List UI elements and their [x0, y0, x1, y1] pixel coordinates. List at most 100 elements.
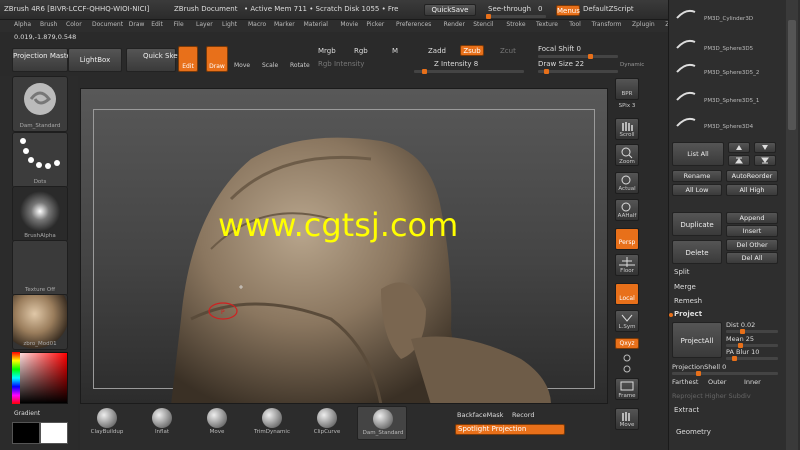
spotlight-projection-button[interactable]: Spotlight Projection	[455, 424, 565, 435]
all-low-button[interactable]: All Low	[672, 184, 722, 196]
mean-label[interactable]: Mean 25	[726, 335, 754, 343]
subtool-top-button[interactable]	[728, 155, 750, 166]
all-high-button[interactable]: All High	[726, 184, 778, 196]
append-button[interactable]: Append	[726, 212, 778, 224]
list-all-button[interactable]: List All	[672, 142, 724, 166]
rotate-mode-label[interactable]: Rotate	[290, 62, 310, 69]
mrgb-button[interactable]: Mrgb	[318, 47, 336, 55]
quick-sketch-button[interactable]: Quick Sketch	[126, 48, 189, 72]
pa-blur-slider[interactable]	[726, 356, 778, 361]
menu-item-movie[interactable]: Movie	[340, 21, 358, 28]
menu-item-material[interactable]: Material	[304, 21, 328, 28]
menu-item-document[interactable]: Document	[92, 21, 123, 28]
dynamic-toggle[interactable]: Dynamic	[620, 62, 644, 68]
menu-item-layer[interactable]: Layer	[196, 21, 213, 28]
subtool-item[interactable]: PM3D_Sphere3D5_1	[672, 91, 782, 114]
dist-slider[interactable]	[726, 329, 778, 334]
quicksave-button[interactable]: QuickSave	[424, 4, 476, 16]
z-intensity-slider[interactable]	[414, 69, 524, 74]
projectall-button[interactable]: ProjectAll	[672, 322, 722, 358]
lightbox-button[interactable]: LightBox	[68, 48, 122, 72]
split-section[interactable]: Split	[674, 268, 690, 276]
menu-item-edit[interactable]: Edit	[151, 21, 163, 28]
menu-item-picker[interactable]: Picker	[366, 21, 384, 28]
menu-item-stroke[interactable]: Stroke	[506, 21, 525, 28]
zsub-button[interactable]: Zsub	[460, 45, 484, 56]
draw-size-slider[interactable]	[538, 69, 618, 74]
menu-item-marker[interactable]: Marker	[274, 21, 295, 28]
zadd-button[interactable]: Zadd	[428, 47, 446, 55]
rotate-z-icon[interactable]	[620, 352, 634, 376]
focal-shift-slider[interactable]	[538, 54, 618, 59]
menu-item-transform[interactable]: Transform	[592, 21, 622, 28]
z-intensity-label[interactable]: Z Intensity 8	[434, 60, 478, 68]
projectionshell-slider[interactable]	[672, 371, 778, 376]
default-zscript-button[interactable]: DefaultZScript	[583, 5, 634, 13]
rename-button[interactable]: Rename	[672, 170, 722, 182]
canvas-viewport[interactable]: P	[80, 88, 608, 404]
shelf-brush-button[interactable]: Move	[192, 406, 242, 440]
menu-item-light[interactable]: Light	[222, 21, 237, 28]
menu-item-stencil[interactable]: Stencil	[473, 21, 493, 28]
subtool-down-button[interactable]	[754, 142, 776, 153]
gradient-label[interactable]: Gradient	[14, 410, 40, 417]
local-button[interactable]: Local	[615, 283, 639, 305]
mean-slider[interactable]	[726, 343, 778, 348]
projection-master-button[interactable]: Projection Master	[12, 48, 74, 72]
extract-section[interactable]: Extract	[674, 406, 699, 414]
record-label[interactable]: Record	[512, 411, 534, 419]
tool-palette-scrollbar[interactable]	[786, 0, 798, 450]
menu-item-render[interactable]: Render	[444, 21, 465, 28]
edit-mode-button[interactable]: Edit	[178, 46, 198, 72]
menu-item-color[interactable]: Color	[66, 21, 82, 28]
menu-item-alpha[interactable]: Alpha	[14, 21, 31, 28]
subtool-item[interactable]: PM3D_Cylinder3D	[672, 9, 782, 32]
see-through-slider[interactable]	[486, 14, 546, 19]
draw-size-label[interactable]: Draw Size 22	[538, 60, 584, 68]
projectionshell-label[interactable]: ProjectionShell 0	[672, 363, 726, 371]
menu-item-tool[interactable]: Tool	[569, 21, 581, 28]
menu-item-file[interactable]: File	[174, 21, 184, 28]
inner-toggle[interactable]: Inner	[744, 378, 761, 386]
dist-label[interactable]: Dist 0.02	[726, 321, 755, 329]
menu-item-texture[interactable]: Texture	[536, 21, 558, 28]
autoreorder-button[interactable]: AutoReorder	[726, 170, 778, 182]
remesh-section[interactable]: Remesh	[674, 297, 702, 305]
rgb-intensity-label[interactable]: Rgb Intensity	[318, 60, 364, 68]
spix-label[interactable]: SPix 3	[612, 103, 642, 109]
menu-item-preferences[interactable]: Preferences	[396, 21, 431, 28]
subtool-item[interactable]: PM3D_Sphere3D4	[672, 117, 782, 140]
main-color-swatch[interactable]	[40, 422, 68, 444]
farthest-toggle[interactable]: Farthest	[672, 378, 698, 386]
menu-item-zplugin[interactable]: Zplugin	[632, 21, 655, 28]
del-other-button[interactable]: Del Other	[726, 239, 778, 251]
xyz-button[interactable]: Qxyz	[615, 338, 639, 349]
menu-item-macro[interactable]: Macro	[248, 21, 266, 28]
duplicate-button[interactable]: Duplicate	[672, 212, 722, 236]
shelf-brush-button[interactable]: ClayBuildup	[82, 406, 132, 440]
project-section[interactable]: Project	[674, 310, 702, 318]
subtool-up-button[interactable]	[728, 142, 750, 153]
menu-item-draw[interactable]: Draw	[129, 21, 145, 28]
focal-shift-label[interactable]: Focal Shift 0	[538, 45, 581, 53]
del-all-button[interactable]: Del All	[726, 252, 778, 264]
delete-button[interactable]: Delete	[672, 240, 722, 264]
zcut-button[interactable]: Zcut	[500, 47, 516, 55]
pa-blur-label[interactable]: PA Blur 10	[726, 348, 759, 356]
shelf-brush-button[interactable]: Inflat	[137, 406, 187, 440]
insert-button[interactable]: Insert	[726, 225, 778, 237]
subtool-item[interactable]: PM3D_Sphere3D5_2	[672, 63, 782, 86]
geometry-section[interactable]: Geometry	[676, 428, 711, 436]
merge-section[interactable]: Merge	[674, 283, 696, 291]
menu-item-brush[interactable]: Brush	[40, 21, 57, 28]
reproject-higher-subdiv-button[interactable]: Reproject Higher Subdiv	[672, 392, 751, 400]
draw-mode-button[interactable]: Draw	[206, 46, 228, 72]
move-mode-label[interactable]: Move	[234, 62, 250, 69]
shelf-brush-button[interactable]: ClipCurve	[302, 406, 352, 440]
hue-strip[interactable]	[12, 352, 20, 404]
shelf-brush-button[interactable]: TrimDynamic	[247, 406, 297, 440]
backfacemask-label[interactable]: BackfaceMask	[457, 411, 503, 419]
scrollbar-thumb[interactable]	[788, 20, 796, 130]
scale-mode-label[interactable]: Scale	[262, 62, 278, 69]
outer-toggle[interactable]: Outer	[708, 378, 726, 386]
